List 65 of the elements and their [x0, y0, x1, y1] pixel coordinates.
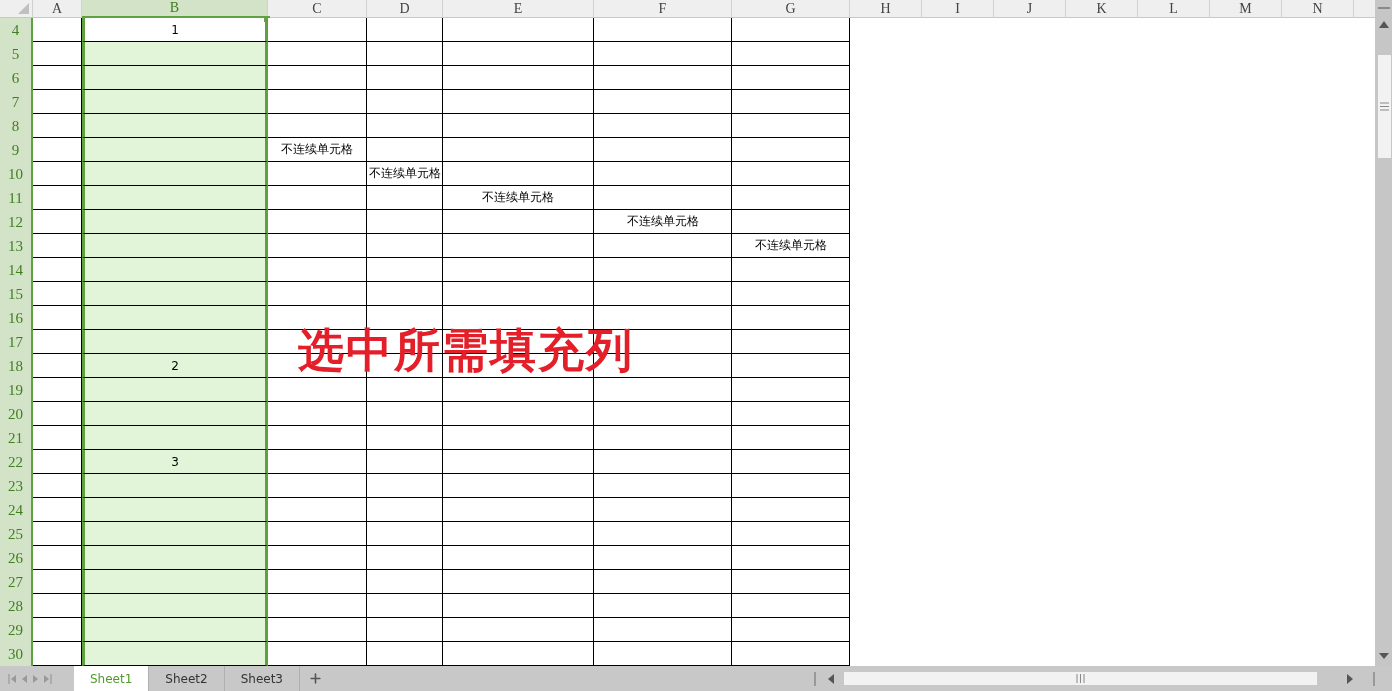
row-header[interactable]: 8	[0, 114, 33, 138]
column-header[interactable]: A	[33, 0, 82, 18]
column-header[interactable]: N	[1282, 0, 1354, 18]
row-header[interactable]: 14	[0, 258, 33, 282]
scroll-divider-icon	[814, 671, 816, 686]
table-cell: 不连续单元格	[732, 234, 850, 258]
scroll-up-icon[interactable]	[1378, 21, 1389, 28]
split-handle-icon[interactable]	[1377, 7, 1390, 9]
row-header[interactable]: 15	[0, 282, 33, 306]
last-sheet-icon[interactable]	[43, 673, 52, 684]
table-cell: 不连续单元格	[443, 186, 594, 210]
column-header[interactable]: B	[82, 0, 268, 18]
scroll-thumb[interactable]	[1378, 55, 1391, 158]
column-header[interactable]: K	[1066, 0, 1138, 18]
column-header[interactable]: G	[732, 0, 850, 18]
row-header[interactable]: 29	[0, 618, 33, 642]
next-sheet-icon[interactable]	[32, 673, 39, 684]
row-header[interactable]: 25	[0, 522, 33, 546]
row-header[interactable]: 24	[0, 498, 33, 522]
row-header[interactable]: 22	[0, 450, 33, 474]
column-header[interactable]: F	[594, 0, 732, 18]
row-header[interactable]: 17	[0, 330, 33, 354]
column-header[interactable]: J	[994, 0, 1066, 18]
row-header[interactable]: 4	[0, 18, 33, 42]
row-header[interactable]: 13	[0, 234, 33, 258]
row-header[interactable]: 21	[0, 426, 33, 450]
scroll-divider-icon	[1373, 671, 1375, 686]
column-header[interactable]: C	[268, 0, 367, 18]
row-header[interactable]: 30	[0, 642, 33, 666]
column-header[interactable]: E	[443, 0, 594, 18]
row-header[interactable]: 26	[0, 546, 33, 570]
row-header[interactable]: 7	[0, 90, 33, 114]
row-header[interactable]: 20	[0, 402, 33, 426]
row-header[interactable]: 5	[0, 42, 33, 66]
row-header[interactable]: 28	[0, 594, 33, 618]
row-header[interactable]: 6	[0, 66, 33, 90]
row-header[interactable]: 23	[0, 474, 33, 498]
column-header[interactable]: L	[1138, 0, 1210, 18]
first-sheet-icon[interactable]	[8, 673, 17, 684]
table-cell: 2	[82, 354, 268, 378]
row-header[interactable]: 9	[0, 138, 33, 162]
table-cell: 不连续单元格	[367, 162, 443, 186]
row-header[interactable]: 27	[0, 570, 33, 594]
table-cell: 1	[82, 18, 268, 42]
previous-sheet-icon[interactable]	[21, 673, 28, 684]
row-header[interactable]: 12	[0, 210, 33, 234]
table-cell: 不连续单元格	[268, 138, 367, 162]
scroll-down-icon[interactable]	[1378, 653, 1389, 659]
scroll-left-icon[interactable]	[828, 673, 834, 684]
row-header[interactable]: 18	[0, 354, 33, 378]
scroll-right-icon[interactable]	[1347, 673, 1353, 684]
column-header[interactable]: D	[367, 0, 443, 18]
column-header[interactable]: H	[850, 0, 922, 18]
row-header[interactable]: 10	[0, 162, 33, 186]
column-header[interactable]: M	[1210, 0, 1282, 18]
table-cell: 3	[82, 450, 268, 474]
plus-icon	[308, 671, 323, 686]
row-header[interactable]: 19	[0, 378, 33, 402]
row-header[interactable]: 11	[0, 186, 33, 210]
row-header[interactable]: 16	[0, 306, 33, 330]
select-all-icon[interactable]	[18, 3, 29, 14]
column-header[interactable]: I	[922, 0, 994, 18]
scroll-thumb[interactable]	[844, 672, 1317, 685]
table-cell: 不连续单元格	[594, 210, 732, 234]
sheet-tab[interactable]: Sheet1	[74, 666, 150, 691]
